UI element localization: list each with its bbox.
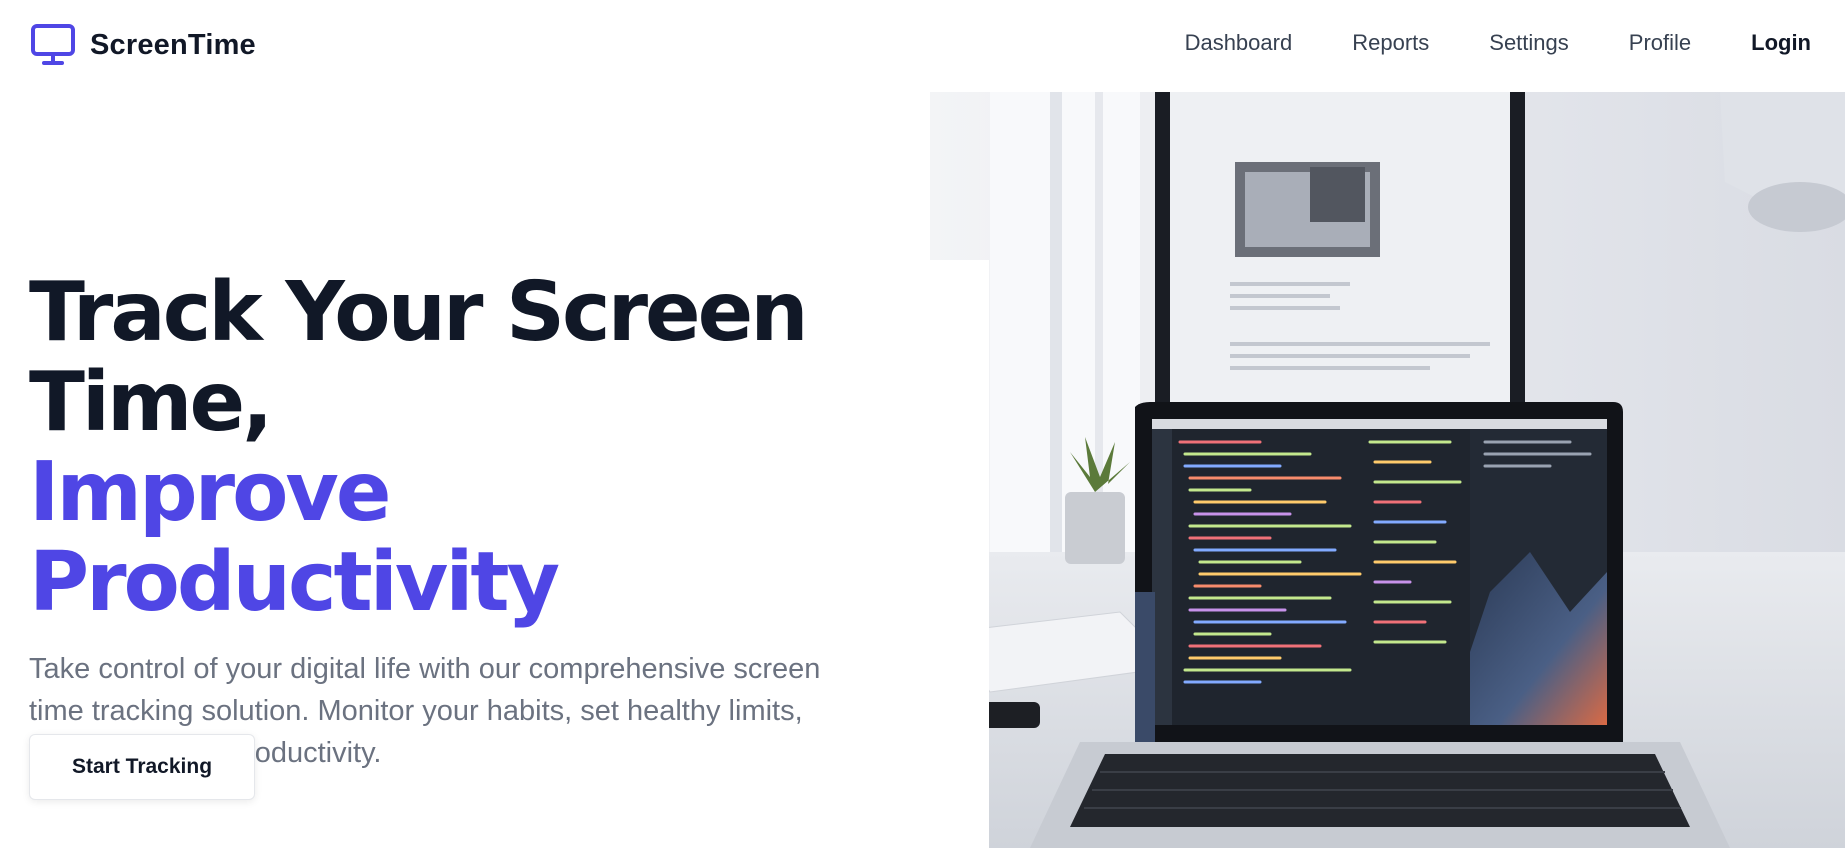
brand-name: ScreenTime: [90, 28, 256, 61]
hero-image: [930, 92, 1845, 848]
laptop-desk-illustration: [930, 92, 1845, 848]
nav-links: Dashboard Reports Settings Profile Login: [1125, 30, 1811, 56]
nav-link-settings[interactable]: Settings: [1489, 30, 1569, 56]
hero-headline: Track Your Screen Time, Improve Producti…: [29, 268, 929, 628]
monitor-icon: [31, 24, 75, 65]
nav-link-reports[interactable]: Reports: [1352, 30, 1429, 56]
headline-primary: Track Your Screen Time,: [29, 265, 809, 450]
nav-link-dashboard[interactable]: Dashboard: [1185, 30, 1293, 56]
image-notch: [930, 260, 989, 848]
login-link[interactable]: Login: [1751, 30, 1811, 56]
headline-accent: Improve Productivity: [29, 445, 560, 630]
start-tracking-button[interactable]: Start Tracking: [29, 734, 255, 800]
navbar: ScreenTime Dashboard Reports Settings Pr…: [0, 0, 1845, 92]
brand-logo[interactable]: ScreenTime: [30, 22, 256, 68]
nav-link-profile[interactable]: Profile: [1629, 30, 1691, 56]
hero-section: Track Your Screen Time, Improve Producti…: [29, 268, 929, 774]
